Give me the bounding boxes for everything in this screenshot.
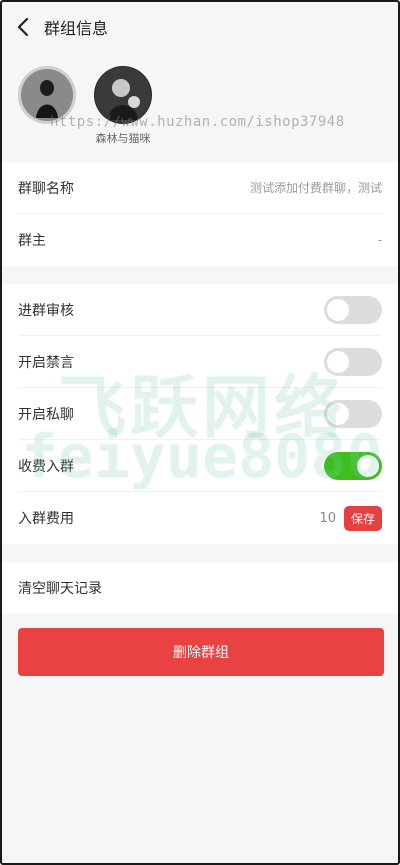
fee-label: 入群费用 bbox=[18, 511, 74, 527]
toggle-knob bbox=[357, 454, 379, 477]
paid-join-row: 收费入群 bbox=[18, 440, 382, 492]
fee-value[interactable]: 10 bbox=[319, 511, 336, 526]
toggle-knob bbox=[327, 298, 349, 321]
watermark-url: https://www.huzhan.com/ishop37948 bbox=[50, 114, 345, 130]
fee-control: 10 保存 bbox=[319, 505, 382, 531]
fee-row: 入群费用 10 保存 bbox=[18, 492, 382, 544]
clear-history-label: 清空聊天记录 bbox=[18, 581, 102, 597]
clear-history-card: 清空聊天记录 bbox=[2, 562, 398, 614]
member-list: 森林与猫咪 https://www.huzhan.com/ishop37948 bbox=[2, 52, 398, 162]
mute-row: 开启禁言 bbox=[18, 336, 382, 388]
group-name-row[interactable]: 群聊名称 测试添加付费群聊，测试 bbox=[18, 162, 382, 214]
paid-join-toggle[interactable] bbox=[324, 451, 382, 480]
private-chat-row: 开启私聊 bbox=[18, 388, 382, 440]
group-owner-row[interactable]: 群主 - bbox=[18, 214, 382, 266]
header: 群组信息 bbox=[2, 2, 398, 52]
toggle-knob bbox=[327, 402, 349, 425]
join-review-toggle[interactable] bbox=[324, 295, 382, 324]
group-owner-label: 群主 bbox=[18, 233, 46, 249]
group-name-label: 群聊名称 bbox=[18, 180, 74, 197]
member-name: 森林与猫咪 bbox=[95, 132, 151, 145]
save-button[interactable]: 保存 bbox=[343, 505, 382, 531]
mute-toggle[interactable] bbox=[324, 347, 382, 376]
toggle-knob bbox=[327, 350, 349, 373]
private-chat-label: 开启私聊 bbox=[18, 406, 74, 423]
back-arrow-icon[interactable] bbox=[16, 16, 36, 38]
group-owner-value: - bbox=[377, 233, 382, 247]
page-title: 群组信息 bbox=[44, 19, 109, 38]
mute-label: 开启禁言 bbox=[18, 354, 74, 371]
clear-history-row[interactable]: 清空聊天记录 bbox=[18, 562, 382, 614]
join-review-label: 进群审核 bbox=[18, 302, 74, 319]
group-info-card: 群聊名称 测试添加付费群聊，测试 群主 - bbox=[2, 162, 398, 266]
join-review-row: 进群审核 bbox=[18, 284, 382, 336]
delete-group-button[interactable]: 删除群组 bbox=[18, 628, 384, 676]
group-name-value: 测试添加付费群聊，测试 bbox=[249, 181, 382, 195]
settings-card: 进群审核 开启禁言 开启私聊 收费入群 入群费用 10 保存 bbox=[2, 284, 398, 544]
paid-join-label: 收费入群 bbox=[18, 458, 74, 475]
private-chat-toggle[interactable] bbox=[324, 399, 382, 428]
group-info-page: 群组信息 森林与猫咪 https://www.huzhan.com/ishop3… bbox=[0, 0, 400, 865]
